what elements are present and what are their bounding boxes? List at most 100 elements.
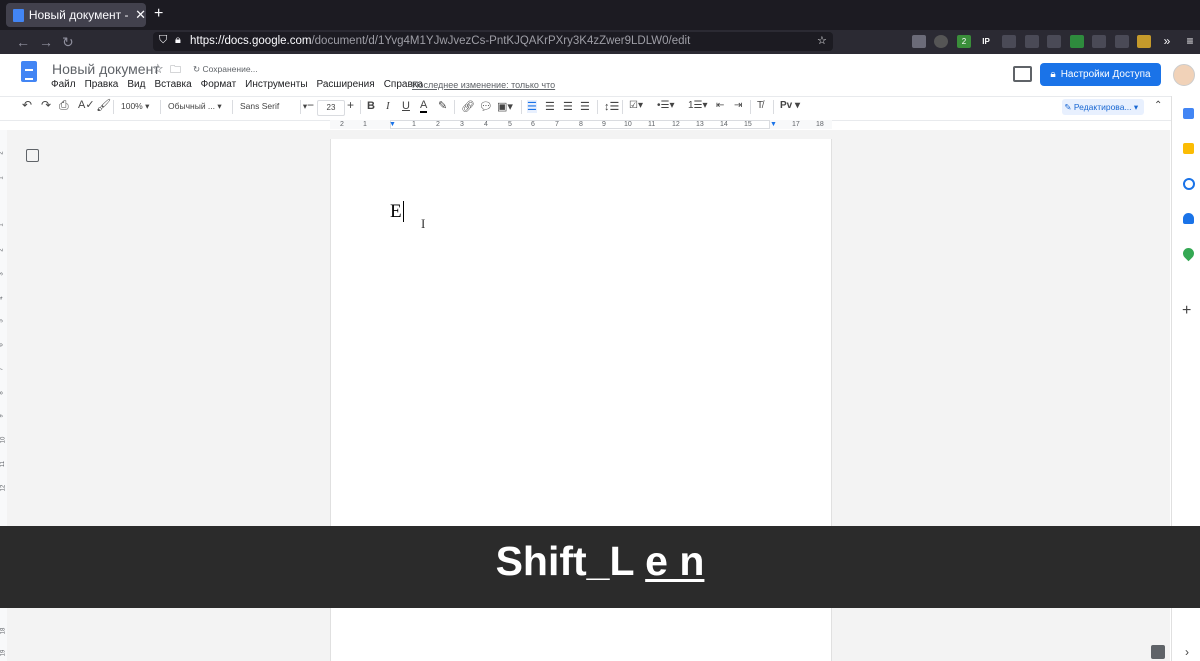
avatar[interactable] — [1173, 64, 1195, 86]
input-tools-icon[interactable]: Pv ▾ — [780, 100, 800, 111]
increase-font-size-icon[interactable]: + — [347, 98, 354, 112]
vruler-number: 3 — [0, 272, 5, 275]
collapse-menus-icon[interactable]: ⌃ — [1154, 100, 1162, 111]
italic-icon[interactable]: I — [386, 100, 390, 112]
vruler-number: 1 — [0, 223, 5, 226]
calendar-icon[interactable] — [1183, 108, 1194, 119]
share-button[interactable]: 🔒︎ Настройки Доступа — [1040, 63, 1161, 86]
extension-pen-icon[interactable] — [1137, 35, 1151, 48]
clear-formatting-icon[interactable]: T̸ — [757, 100, 763, 111]
tab-close-icon[interactable]: ✕ — [135, 7, 146, 23]
redo-icon[interactable]: ↷ — [41, 98, 51, 112]
horizontal-ruler[interactable]: 2 1 ▼ 1 2 3 4 5 6 7 8 9 10 11 12 13 14 1… — [330, 120, 832, 129]
extension-puzzle-icon[interactable] — [1002, 35, 1016, 48]
keep-icon[interactable] — [1183, 143, 1194, 154]
move-folder-icon[interactable]: 🗀 — [170, 61, 181, 80]
menu-edit[interactable]: Правка — [85, 79, 119, 90]
new-tab-button[interactable]: + — [154, 5, 163, 23]
numbered-list-icon[interactable]: 1☰▾ — [688, 100, 708, 111]
decrease-font-size-icon[interactable]: − — [307, 98, 314, 112]
font-size-input[interactable]: 23 — [317, 100, 345, 116]
justify-icon[interactable]: ☰ — [580, 100, 590, 113]
document-title[interactable]: Новый документ — [52, 61, 160, 77]
style-value: Обычный ... — [168, 101, 216, 111]
print-icon[interactable]: ⎙ — [59, 98, 69, 113]
bold-icon[interactable]: B — [367, 100, 375, 112]
contacts-icon[interactable] — [1183, 213, 1194, 224]
vruler-number: 11 — [0, 460, 7, 468]
align-right-icon[interactable]: ☰ — [563, 100, 573, 113]
undo-icon[interactable]: ↶ — [22, 98, 32, 112]
insert-image-icon[interactable]: ▣▾ — [497, 100, 513, 113]
tasks-icon[interactable] — [1183, 178, 1195, 190]
lock-icon[interactable]: 🔒︎ — [175, 34, 181, 47]
insert-link-icon[interactable]: 🔗︎ — [461, 100, 475, 113]
document-body-text[interactable]: E — [390, 201, 402, 223]
vruler-number: 1 — [0, 176, 5, 179]
style-select[interactable]: Обычный ... ▾ — [168, 101, 222, 112]
bookmark-star-icon[interactable]: ☆ — [817, 34, 827, 47]
first-line-indent-marker[interactable]: ▼ — [389, 120, 396, 129]
menu-view[interactable]: Вид — [127, 79, 145, 90]
docs-logo-icon[interactable] — [21, 61, 37, 82]
decrease-indent-icon[interactable]: ⇤ — [716, 100, 724, 111]
menu-insert[interactable]: Вставка — [154, 79, 191, 90]
menu-format[interactable]: Формат — [201, 79, 237, 90]
pocket-icon[interactable] — [912, 35, 926, 48]
increase-indent-icon[interactable]: ⇥ — [734, 100, 742, 111]
ruler-number: 15 — [744, 121, 752, 128]
align-center-icon[interactable]: ☰ — [545, 100, 555, 113]
keystroke-plain: Shift_L — [495, 538, 646, 584]
align-left-icon[interactable]: ☰ — [527, 100, 537, 113]
browser-tab-bar — [0, 0, 1200, 30]
extension-ip-icon[interactable]: IP — [979, 35, 993, 48]
add-comment-icon[interactable]: 💬︎ — [479, 100, 493, 113]
spellcheck-icon[interactable]: A✓ — [78, 98, 95, 111]
ruler-number: 2 — [340, 121, 344, 128]
highlight-color-icon[interactable]: ✎ — [438, 99, 447, 112]
menu-extensions[interactable]: Расширения — [317, 79, 375, 90]
vruler-number: 7 — [0, 367, 5, 370]
add-addon-icon[interactable]: + — [1182, 302, 1191, 320]
extension-translate-icon[interactable] — [1047, 35, 1061, 48]
ruler-number: 12 — [672, 121, 680, 128]
font-select[interactable]: Sans Serif ▾ — [240, 101, 307, 112]
menu-tools[interactable]: Инструменты — [245, 79, 307, 90]
extension-badge-icon[interactable]: 2 — [957, 35, 971, 48]
last-edit-link[interactable]: Последнее изменение: только что — [412, 80, 555, 90]
bulleted-list-icon[interactable]: •☰▾ — [657, 100, 675, 111]
hamburger-menu-icon[interactable]: ≡ — [1183, 35, 1197, 48]
toolbar-divider — [454, 100, 455, 114]
star-icon[interactable]: ☆ — [152, 61, 164, 77]
saving-status: ↻ Сохранение... — [193, 64, 258, 74]
extension-screen-icon[interactable] — [1115, 35, 1129, 48]
zoom-select[interactable]: 100% ▾ — [121, 101, 149, 112]
overflow-menu-icon[interactable]: » — [1160, 35, 1174, 48]
document-outline-icon[interactable] — [26, 149, 39, 162]
browser-tab[interactable]: Новый документ - Goog ✕ — [6, 3, 146, 27]
underline-icon[interactable]: U — [402, 100, 410, 112]
extension-s-icon[interactable] — [1025, 35, 1039, 48]
checklist-icon[interactable]: ☑▾ — [629, 100, 643, 111]
ruler-number: 4 — [484, 121, 488, 128]
reload-icon[interactable]: ↻ — [62, 34, 74, 51]
extension-shield-icon[interactable] — [1070, 35, 1084, 48]
chevron-right-icon[interactable]: › — [1185, 645, 1189, 659]
text-color-icon[interactable]: A — [420, 99, 428, 113]
line-spacing-icon[interactable]: ↕☰ — [604, 100, 619, 113]
extension-globe-icon[interactable] — [934, 35, 948, 48]
right-indent-marker[interactable]: ▼ — [770, 120, 777, 129]
font-value: Sans Serif — [240, 101, 280, 111]
editing-mode-select[interactable]: ✎ Редактирова... ▾ — [1062, 99, 1144, 115]
comments-icon[interactable] — [1013, 66, 1032, 82]
vruler-number: 9 — [0, 414, 5, 417]
url-bar[interactable]: ⛉ 🔒︎ https://docs.google.com/document/d/… — [153, 32, 833, 51]
menu-file[interactable]: Файл — [51, 79, 76, 90]
explore-icon[interactable] — [1151, 645, 1165, 659]
extension-crop-icon[interactable] — [1092, 35, 1106, 48]
back-arrow-icon[interactable]: ← — [16, 34, 30, 50]
shield-icon[interactable]: ⛉ — [159, 34, 167, 47]
paint-format-icon[interactable]: 🖌︎ — [96, 98, 111, 112]
forward-arrow-icon[interactable]: → — [39, 34, 53, 50]
vruler-number: 2 — [0, 248, 5, 251]
